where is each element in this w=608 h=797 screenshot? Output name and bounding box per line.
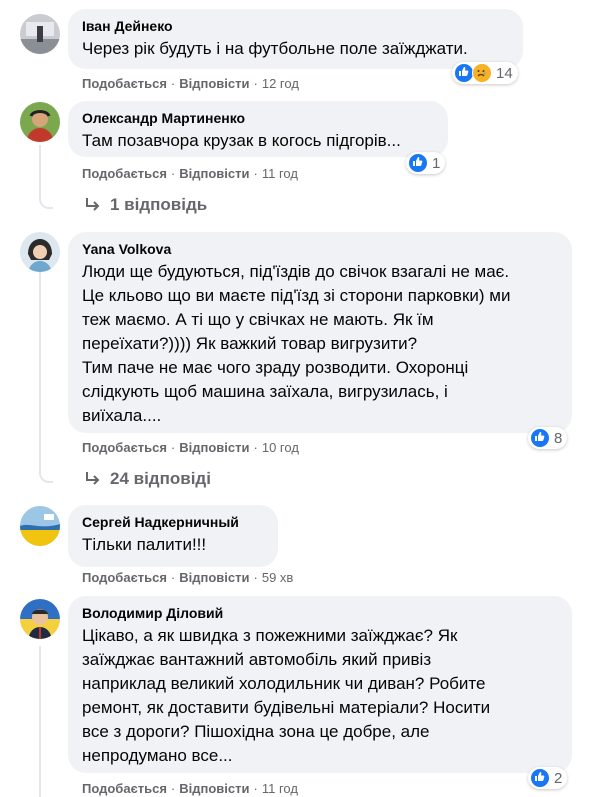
comment-time[interactable]: 12 год <box>262 76 299 91</box>
like-action[interactable]: Подобається <box>82 440 167 455</box>
avatar[interactable] <box>20 102 60 142</box>
reactions-summary[interactable]: 14 <box>452 62 518 84</box>
comment-time[interactable]: 11 год <box>262 166 298 181</box>
comment-author[interactable]: Олександр Мартиненко <box>82 109 436 127</box>
avatar[interactable] <box>20 506 60 546</box>
reply-arrow-icon <box>86 472 100 485</box>
thread-connector <box>39 193 53 209</box>
comment-meta: Подобається · Відповісти · 12 год <box>82 76 299 91</box>
comment-bubble: Іван Дейнеко Через рік будуть і на футбо… <box>68 9 523 69</box>
reaction-count: 1 <box>432 154 441 172</box>
thread-line <box>39 272 41 467</box>
reactions-summary[interactable]: 8 <box>528 427 568 449</box>
comment-text: Люди ще будуються, під'їздів до свічок в… <box>82 262 511 425</box>
like-reaction-icon <box>408 153 428 173</box>
comment-author[interactable]: Володимир Діловий <box>82 604 560 622</box>
comment-bubble: Yana Volkova Люди ще будуються, під'їзді… <box>68 232 572 433</box>
reply-arrow-icon <box>86 198 100 211</box>
reactions-summary[interactable]: 2 <box>528 767 568 789</box>
like-action[interactable]: Подобається <box>82 570 167 585</box>
reactions-summary[interactable]: 1 <box>406 152 446 174</box>
like-action[interactable]: Подобається <box>82 76 167 91</box>
comment-text: Через рік будуть і на футбольне поле заї… <box>82 39 468 58</box>
comment-text: Там позавчора крузак в когось підгорів..… <box>82 131 401 150</box>
like-action[interactable]: Подобається <box>82 781 167 796</box>
sad-reaction-icon <box>472 63 492 83</box>
avatar[interactable] <box>20 599 60 639</box>
thread-line <box>39 646 41 797</box>
comment-author[interactable]: Сергей Надкерничный <box>82 513 266 531</box>
view-replies-link[interactable]: 1 відповідь <box>84 195 207 215</box>
avatar[interactable] <box>20 14 60 54</box>
like-reaction-icon <box>530 768 550 788</box>
comment-author[interactable]: Yana Volkova <box>82 240 560 258</box>
comment-meta: Подобається · Відповісти · 11 год <box>82 166 298 181</box>
comment-time[interactable]: 11 год <box>262 781 298 796</box>
comment-text: Тільки палити!!! <box>82 535 207 554</box>
comment-bubble: Володимир Діловий Цікаво, а як швидка з … <box>68 596 572 773</box>
comment-meta: Подобається · Відповісти · 59 хв <box>82 570 294 585</box>
like-reaction-icon <box>530 428 550 448</box>
comment-time[interactable]: 10 год <box>262 440 299 455</box>
reaction-count: 8 <box>554 429 563 447</box>
comment-bubble: Сергей Надкерничный Тільки палити!!! <box>68 505 278 567</box>
reaction-count: 2 <box>554 769 563 787</box>
thread-connector <box>39 467 53 483</box>
reply-action[interactable]: Відповісти <box>179 570 249 585</box>
comment-meta: Подобається · Відповісти · 11 год <box>82 781 298 796</box>
replies-label: 1 відповідь <box>110 195 208 214</box>
comment-author[interactable]: Іван Дейнеко <box>82 17 511 35</box>
thread-line <box>39 145 41 193</box>
like-action[interactable]: Подобається <box>82 166 167 181</box>
reply-action[interactable]: Відповісти <box>179 76 249 91</box>
comment-bubble: Олександр Мартиненко Там позавчора круза… <box>68 101 448 157</box>
comment-time[interactable]: 59 хв <box>262 570 293 585</box>
view-replies-link[interactable]: 24 відповіді <box>84 469 211 489</box>
avatar[interactable] <box>20 232 60 272</box>
like-reaction-icon <box>454 63 474 83</box>
comment-meta: Подобається · Відповісти · 10 год <box>82 440 299 455</box>
reply-action[interactable]: Відповісти <box>179 166 249 181</box>
comment-text: Цікаво, а як швидка з пожежними заїжджає… <box>82 626 491 765</box>
reaction-count: 14 <box>496 64 513 82</box>
reply-action[interactable]: Відповісти <box>179 440 249 455</box>
replies-label: 24 відповіді <box>110 469 211 488</box>
reply-action[interactable]: Відповісти <box>179 781 249 796</box>
